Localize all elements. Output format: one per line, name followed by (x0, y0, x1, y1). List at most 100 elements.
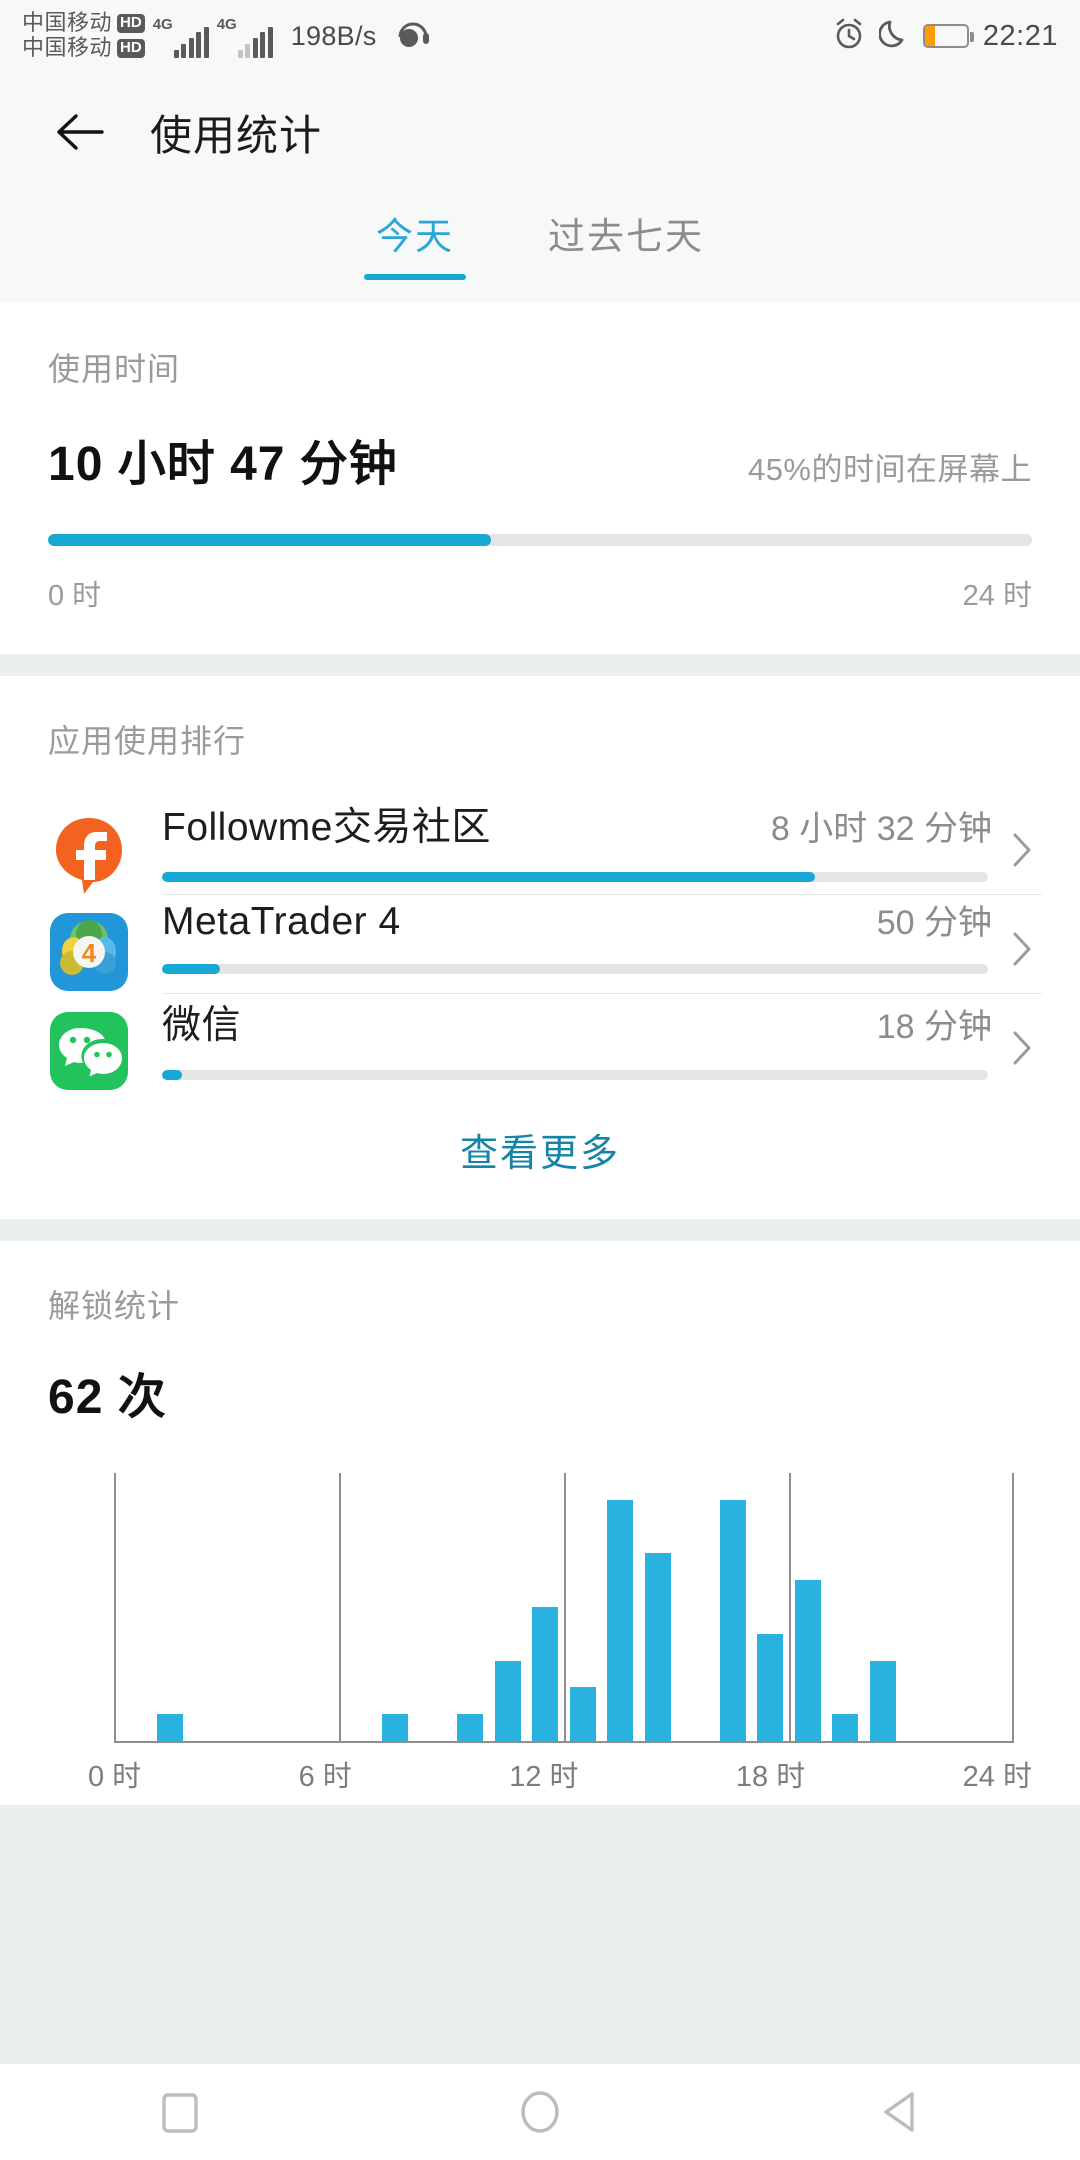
signal-icon-1: 4G (153, 14, 209, 58)
tab-today[interactable]: 今天 (358, 196, 472, 280)
section-divider-2 (0, 1219, 1080, 1241)
carrier-name-2: 中国移动 (22, 35, 113, 60)
unlock-stats-card: 解锁统计 62 次 0 时 6 时 12 时 18 时 24 时 (0, 1241, 1080, 1805)
chart-bar-fill (832, 1714, 859, 1741)
usage-time-progress-bar (48, 534, 1032, 546)
alarm-icon (833, 18, 865, 55)
svg-text:4: 4 (82, 938, 97, 968)
system-navigation-bar (0, 2064, 1080, 2160)
metatrader4-icon: 4 (48, 911, 130, 993)
battery-fill (924, 26, 936, 46)
app-progress-fill-followme (162, 872, 815, 882)
chart-bars (114, 1473, 1014, 1741)
app-row-body-wechat: 微信 18 分钟 (162, 994, 1002, 1084)
status-bar-right: 22:21 (833, 18, 1058, 55)
usage-time-card: 使用时间 10 小时 47 分钟 45%的时间在屏幕上 0 时 24 时 (0, 302, 1080, 654)
chevron-right-icon-followme[interactable] (1002, 832, 1042, 868)
triangle-back-icon[interactable] (840, 2064, 960, 2160)
tab-past-seven-days-label: 过去七天 (548, 216, 704, 257)
chart-bar-hour-10 (489, 1473, 527, 1741)
chart-bar-hour-4 (264, 1473, 302, 1741)
tab-bar: 今天 过去七天 (0, 192, 1080, 302)
chart-bar-hour-3 (227, 1473, 265, 1741)
carrier-row-1: 中国移动 HD (22, 11, 145, 36)
chart-bar-fill (157, 1714, 184, 1741)
app-name-wechat: 微信 (162, 1004, 242, 1047)
page-title: 使用统计 (150, 111, 323, 159)
network-speed-label: 198B/s (290, 20, 377, 51)
chart-bar-hour-20 (864, 1473, 902, 1741)
app-progress-fill-wechat (162, 1070, 182, 1080)
app-row-head-wechat: 微信 18 分钟 (162, 994, 1002, 1050)
battery-icon (922, 24, 974, 48)
app-ranking-list: Followme交易社区 8 小时 32 分钟 4 MetaTrader 4 5… (0, 796, 1080, 1092)
chart-bar-hour-16 (714, 1473, 752, 1741)
chart-bar-fill (644, 1553, 671, 1741)
see-more-button[interactable]: 查看更多 (460, 1133, 620, 1175)
usage-time-section-label: 使用时间 (48, 351, 181, 387)
app-progress-fill-metatrader4 (162, 964, 220, 974)
square-recents-icon[interactable] (120, 2064, 240, 2160)
status-bar-left: 中国移动 HD 中国移动 HD 4G 4G 198B/s (22, 11, 431, 60)
chevron-right-icon-metatrader4[interactable] (1002, 931, 1042, 967)
network-type-label-1: 4G (152, 16, 173, 33)
chart-bar-hour-18 (789, 1473, 827, 1741)
chart-bar-hour-12 (564, 1473, 602, 1741)
chart-tick-24: 24 时 (962, 1761, 1032, 1793)
hd-badge-1: HD (117, 14, 145, 34)
app-progress-bar-followme (162, 872, 988, 882)
app-ranking-section-label: 应用使用排行 (48, 723, 247, 759)
circle-home-icon[interactable] (480, 2064, 600, 2160)
usage-time-duration: 10 小时 47 分钟 (48, 438, 398, 491)
app-progress-bar-wechat (162, 1070, 988, 1080)
chart-bar-hour-1 (152, 1473, 190, 1741)
app-name-followme: Followme交易社区 (162, 806, 491, 849)
app-row-body-metatrader4: MetaTrader 4 50 分钟 (162, 895, 1002, 978)
headset-icon (395, 17, 431, 56)
usage-time-scale-end: 24 时 (962, 580, 1032, 612)
chart-bar-hour-0 (114, 1473, 152, 1741)
chart-bar-hour-9 (452, 1473, 490, 1741)
tab-today-label: 今天 (376, 216, 454, 257)
chart-bar-fill (757, 1633, 784, 1741)
app-duration-followme: 8 小时 32 分钟 (770, 810, 992, 848)
chart-tick-12: 12 时 (509, 1761, 579, 1793)
app-progress-bar-metatrader4 (162, 964, 988, 974)
usage-time-percent-note: 45%的时间在屏幕上 (747, 452, 1032, 487)
moon-icon (878, 18, 909, 55)
chart-bar-fill (532, 1607, 559, 1741)
carrier-row-2: 中国移动 HD (22, 35, 145, 61)
signal-bars-2 (237, 27, 273, 58)
chart-tick-labels: 0 时 6 时 12 时 18 时 24 时 (88, 1753, 1032, 1795)
usage-time-scale: 0 时 24 时 (48, 572, 1032, 614)
followme-icon (48, 812, 130, 894)
app-bar: 使用统计 (0, 72, 1080, 192)
chart-tick-6: 6 时 (298, 1761, 352, 1793)
usage-time-scale-start: 0 时 (48, 580, 102, 612)
app-row-body-followme: Followme交易社区 8 小时 32 分钟 (162, 796, 1002, 886)
chart-bar-hour-2 (189, 1473, 227, 1741)
unlock-count: 62 次 (48, 1371, 167, 1424)
chevron-right-icon-wechat[interactable] (1002, 1030, 1042, 1066)
carrier-info: 中国移动 HD 中国移动 HD (22, 11, 145, 60)
app-row-head-metatrader4: MetaTrader 4 50 分钟 (162, 895, 1002, 944)
unlock-bar-chart (114, 1473, 1014, 1743)
app-row-metatrader4[interactable]: 4 MetaTrader 4 50 分钟 (0, 895, 1080, 993)
tab-past-seven-days[interactable]: 过去七天 (530, 196, 722, 280)
app-row-wechat[interactable]: 微信 18 分钟 (0, 994, 1080, 1092)
app-ranking-card: 应用使用排行 Followme交易社区 8 小时 32 分钟 4 MetaTra… (0, 676, 1080, 1219)
wechat-icon (48, 1010, 130, 1092)
app-row-followme[interactable]: Followme交易社区 8 小时 32 分钟 (0, 796, 1080, 894)
chart-bar-hour-13 (602, 1473, 640, 1741)
usage-time-progress-fill (48, 534, 491, 546)
usage-time-summary: 10 小时 47 分钟 45%的时间在屏幕上 (48, 424, 1032, 494)
chart-bar-hour-6 (339, 1473, 377, 1741)
network-type-label-2: 4G (216, 16, 237, 33)
back-arrow-icon[interactable] (48, 100, 112, 164)
hd-badge-2: HD (117, 38, 145, 58)
chart-bar-hour-14 (639, 1473, 677, 1741)
see-more-row: 查看更多 (0, 1092, 1080, 1219)
chart-bar-hour-8 (414, 1473, 452, 1741)
chart-bar-fill (794, 1580, 821, 1741)
chart-bar-fill (569, 1687, 596, 1741)
